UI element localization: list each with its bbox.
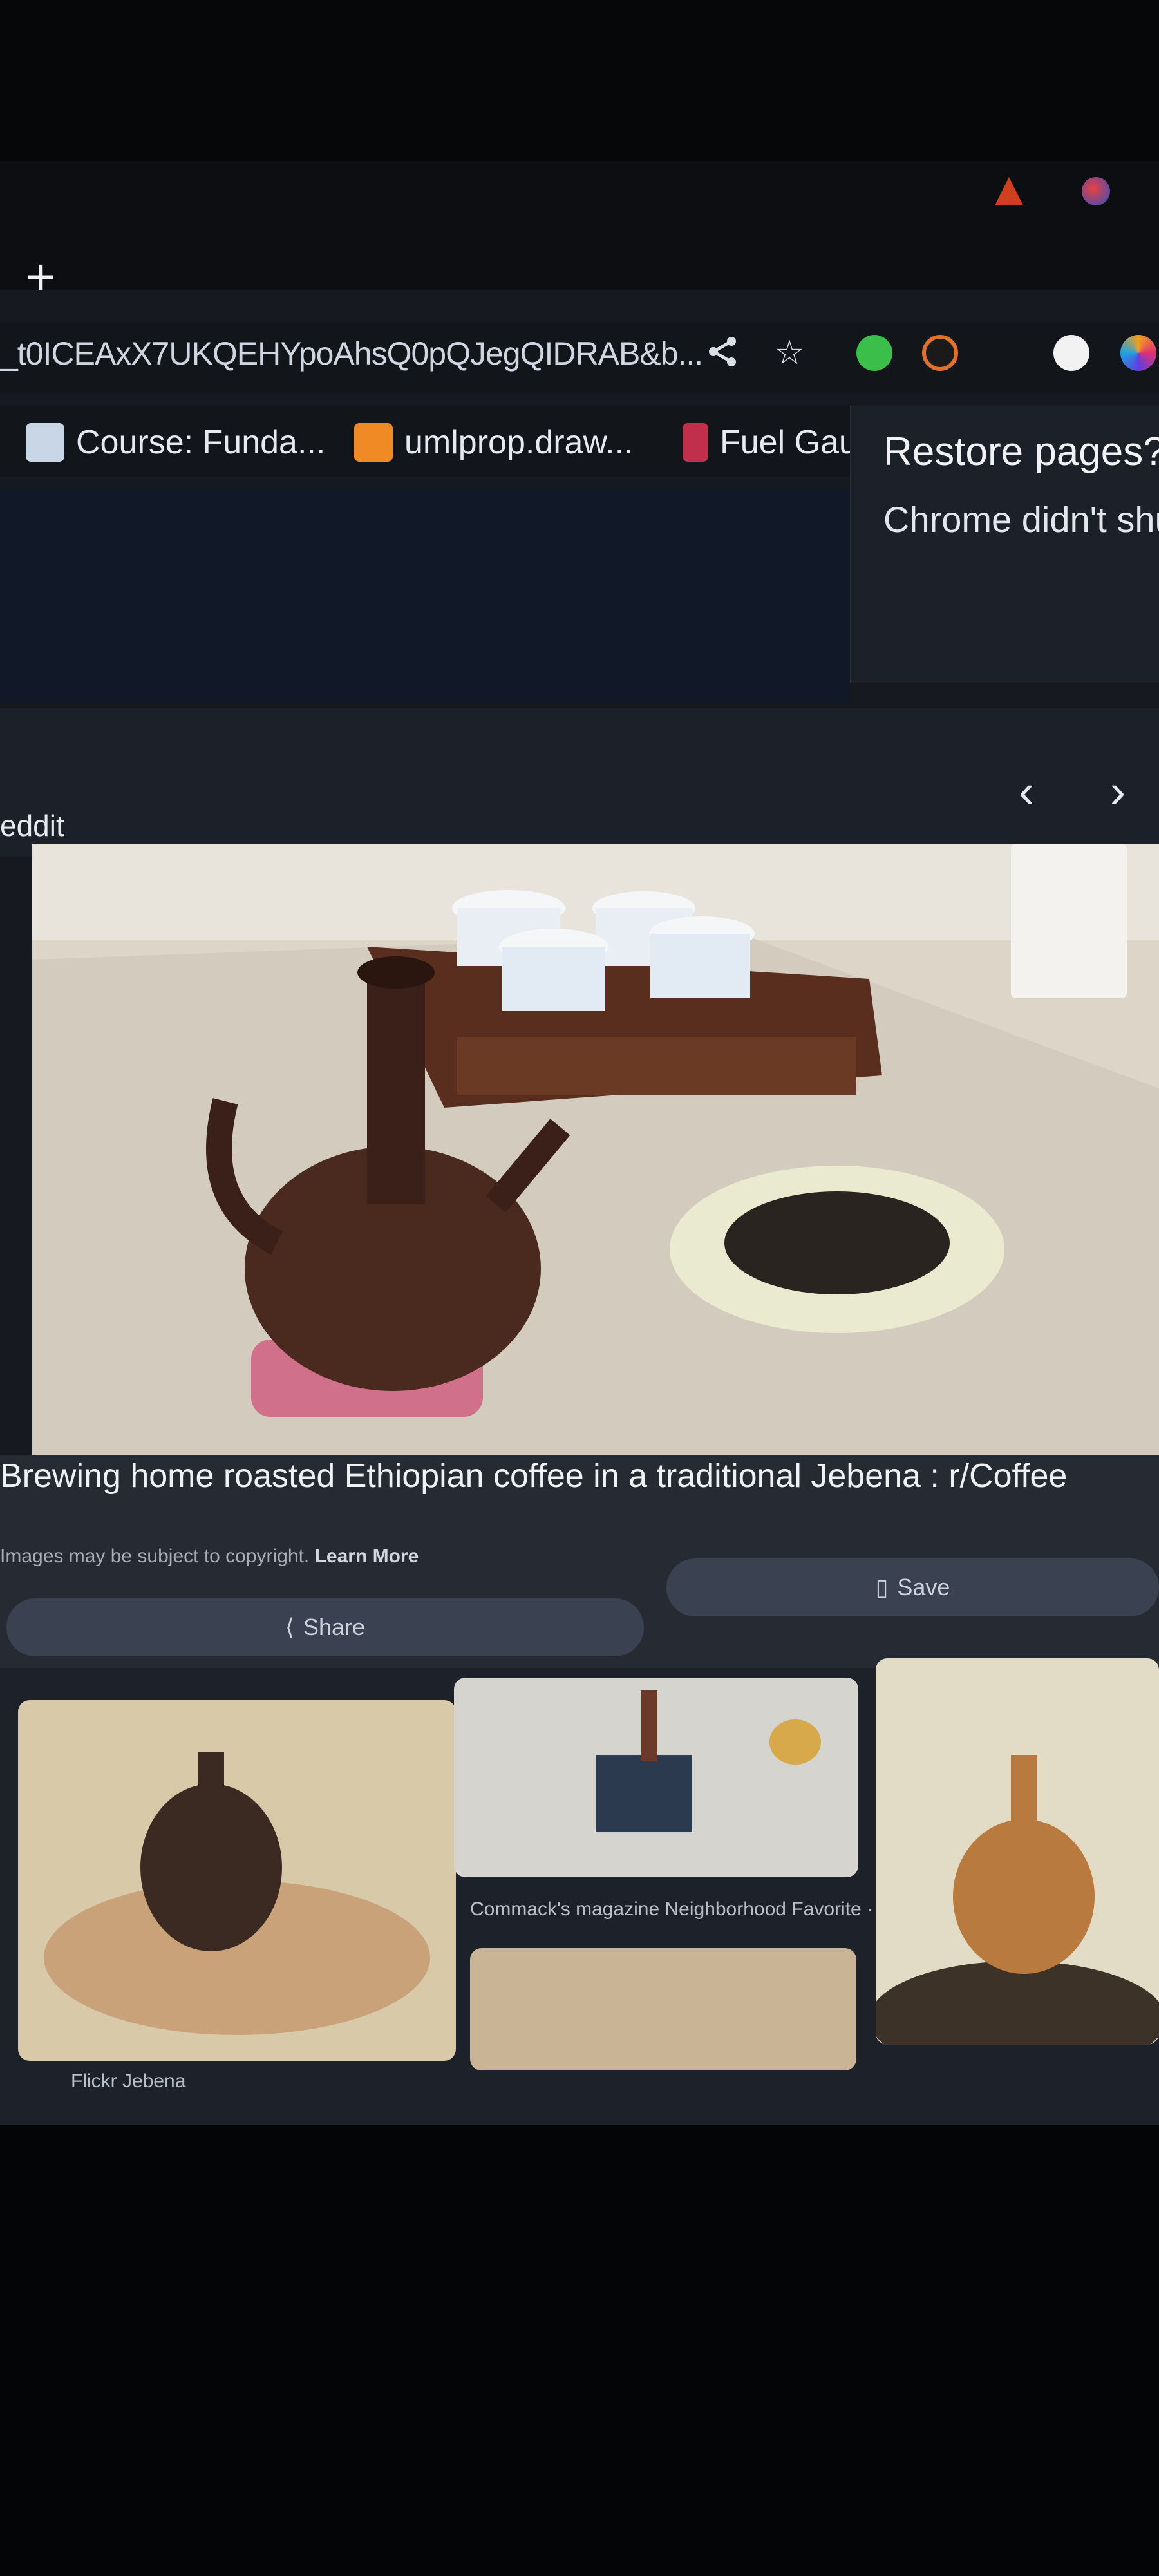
bookmark-icon: ▯ xyxy=(875,1574,889,1600)
restore-message: Chrome didn't shut xyxy=(883,499,1159,540)
url-text[interactable]: _t0ICEAxX7UKQEHYpoAhsQ0pQJegQIDRAB&b... xyxy=(0,335,703,372)
green-extension-icon[interactable] xyxy=(856,335,892,371)
course-favicon xyxy=(26,423,64,462)
bookmark-fuel[interactable]: Fuel Gau xyxy=(683,420,858,465)
share-label: Share xyxy=(303,1614,366,1640)
bookmark-label: umlprop.draw... xyxy=(404,424,634,461)
star-icon[interactable]: ☆ xyxy=(770,334,809,372)
source-name[interactable]: eddit xyxy=(0,808,64,843)
related-image-2[interactable] xyxy=(454,1678,858,1877)
wall-outlet xyxy=(1011,844,1127,998)
gradient-extension-icon[interactable] xyxy=(1120,335,1156,371)
profile-icon[interactable] xyxy=(1082,177,1110,205)
related-image-1[interactable] xyxy=(18,1700,456,2061)
related-image-3[interactable] xyxy=(876,1658,1159,2045)
next-image-button[interactable]: › xyxy=(1110,765,1126,818)
viewer-header xyxy=(0,708,1159,857)
bookmark-umlprop[interactable]: umlprop.draw... xyxy=(354,420,634,465)
image-caption[interactable]: Brewing home roasted Ethiopian coffee in… xyxy=(0,1457,1067,1495)
tab-strip xyxy=(0,161,1159,290)
vlc-icon[interactable] xyxy=(995,177,1023,205)
bookmark-label: Course: Funda... xyxy=(76,424,326,461)
related-label-1: Flickr Jebena xyxy=(71,2070,186,2092)
related-image-4[interactable] xyxy=(470,1948,856,2070)
new-tab-button[interactable]: + xyxy=(26,251,56,303)
screen-bezel xyxy=(0,2125,1159,2576)
save-button[interactable]: ▯ Save xyxy=(666,1558,1159,1616)
previous-image-button[interactable]: ‹ xyxy=(1019,765,1034,818)
drawio-favicon xyxy=(354,423,393,462)
share-icon: ⟨ xyxy=(285,1614,294,1640)
learn-more-link[interactable]: Learn More xyxy=(315,1546,419,1567)
copyright-text: Images may be subject to copyright. xyxy=(0,1546,310,1567)
preview-image[interactable] xyxy=(32,844,1159,1455)
share-button[interactable]: ⟨ Share xyxy=(6,1598,644,1656)
orange-extension-icon[interactable] xyxy=(922,335,958,371)
copyright-notice: Images may be subject to copyright. Lear… xyxy=(0,1546,419,1567)
page-background xyxy=(0,489,850,702)
share-icon[interactable] xyxy=(703,334,742,372)
m-extension-icon[interactable] xyxy=(1053,335,1089,371)
bookmark-course[interactable]: Course: Funda... xyxy=(26,420,325,465)
fuel-favicon xyxy=(683,423,708,462)
save-label: Save xyxy=(897,1574,950,1600)
restore-title: Restore pages? xyxy=(883,430,1159,474)
bookmark-label: Fuel Gau xyxy=(720,424,858,461)
